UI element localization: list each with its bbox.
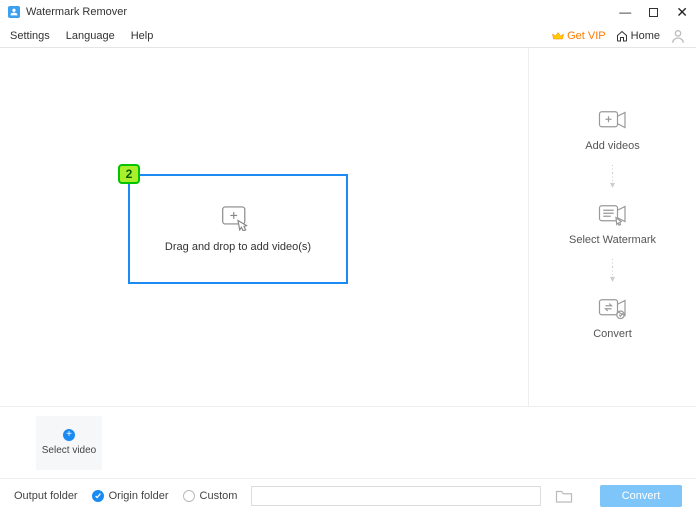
stage: 2 Drag and drop to add video(s) — [0, 48, 528, 406]
output-path-input[interactable] — [251, 486, 541, 506]
step-badge: 2 — [118, 164, 140, 184]
menu-language[interactable]: Language — [66, 30, 115, 42]
dropzone-text: Drag and drop to add video(s) — [165, 241, 311, 253]
steps-panel: Add videos ⋮⋮▾ Select Watermark ⋮⋮▾ Conv… — [528, 48, 696, 406]
origin-folder-label: Origin folder — [109, 490, 169, 502]
add-videos-icon — [598, 108, 628, 132]
app-logo-icon — [8, 6, 20, 18]
convert-icon — [598, 296, 628, 320]
home-icon — [616, 30, 628, 42]
minimize-button[interactable]: — — [619, 6, 631, 18]
arrow-down-icon: ⋮⋮▾ — [608, 166, 618, 190]
browse-folder-icon[interactable] — [555, 488, 573, 504]
select-video-label: Select video — [42, 445, 96, 456]
step-add-label: Add videos — [585, 140, 639, 152]
get-vip-button[interactable]: Get VIP — [552, 30, 606, 42]
menu-help[interactable]: Help — [131, 30, 154, 42]
add-video-cursor-icon — [221, 205, 255, 231]
window-title: Watermark Remover — [26, 6, 127, 18]
select-video-tile[interactable]: + Select video — [36, 416, 102, 470]
output-bar: Output folder Origin folder Custom Conve… — [0, 478, 696, 512]
video-dropzone[interactable]: 2 Drag and drop to add video(s) — [128, 174, 348, 284]
custom-label: Custom — [200, 490, 238, 502]
thumbnail-bar: + Select video — [0, 406, 696, 478]
output-folder-label: Output folder — [14, 490, 78, 502]
custom-folder-radio[interactable]: Custom — [183, 490, 238, 502]
select-watermark-icon — [598, 202, 628, 226]
convert-button-label: Convert — [622, 490, 661, 502]
home-label: Home — [631, 30, 660, 42]
step-select-label: Select Watermark — [569, 234, 656, 246]
workspace: 2 Drag and drop to add video(s) Add vide… — [0, 48, 696, 406]
origin-folder-radio[interactable]: Origin folder — [92, 490, 169, 502]
step-convert-label: Convert — [593, 328, 632, 340]
radio-unchecked-icon — [183, 490, 195, 502]
plus-circle-icon: + — [63, 429, 75, 441]
user-avatar-icon[interactable] — [670, 28, 686, 44]
title-bar: Watermark Remover — ✕ — [0, 0, 696, 24]
home-button[interactable]: Home — [616, 30, 660, 42]
convert-button[interactable]: Convert — [600, 485, 682, 507]
crown-icon — [552, 30, 564, 42]
close-button[interactable]: ✕ — [676, 5, 688, 19]
arrow-down-icon: ⋮⋮▾ — [608, 260, 618, 284]
menu-bar: Settings Language Help Get VIP Home — [0, 24, 696, 48]
radio-checked-icon — [92, 490, 104, 502]
menu-settings[interactable]: Settings — [10, 30, 50, 42]
get-vip-label: Get VIP — [567, 30, 606, 42]
maximize-button[interactable] — [649, 8, 658, 17]
